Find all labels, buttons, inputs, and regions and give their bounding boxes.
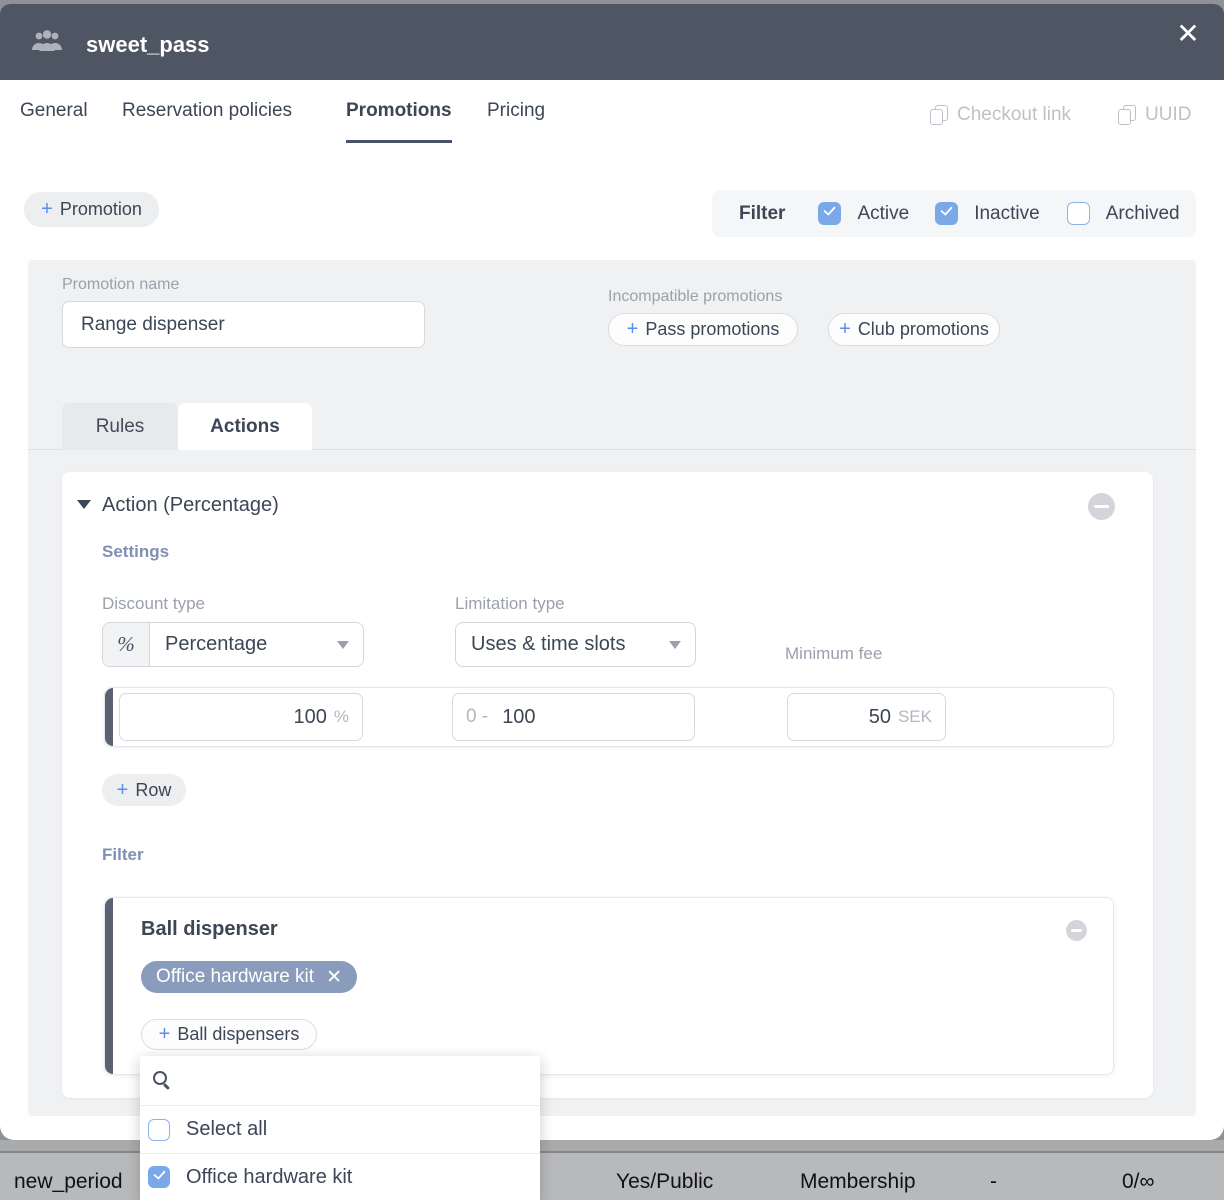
chevron-down-icon	[669, 641, 681, 649]
tab-rules[interactable]: Rules	[62, 403, 178, 450]
dropdown-search-input[interactable]	[186, 1069, 540, 1093]
minimum-fee-label: Minimum fee	[785, 644, 882, 664]
checkbox-office-hardware-kit[interactable]	[148, 1166, 170, 1188]
checkbox-active[interactable]	[818, 202, 841, 225]
dropdown-option-select-all[interactable]: Select all	[140, 1106, 540, 1153]
percent-icon: %	[103, 623, 150, 666]
collapse-caret-icon[interactable]	[77, 500, 91, 509]
add-row-button[interactable]: + Row	[102, 774, 186, 806]
tab-general[interactable]: General	[20, 100, 88, 140]
limitation-type-select[interactable]: Uses & time slots	[455, 622, 696, 667]
remove-filter-icon[interactable]	[1066, 920, 1087, 941]
filter-item-title: Ball dispenser	[141, 918, 278, 941]
background-row-cell-visibility: Yes/Public	[616, 1170, 713, 1194]
filter-option-inactive-label: Inactive	[974, 203, 1039, 225]
tab-promotions[interactable]: Promotions	[346, 100, 452, 143]
filter-bar-title: Filter	[739, 203, 785, 225]
ball-dispensers-dropdown: Select all Office hardware kit	[140, 1056, 540, 1200]
background-row-cell-name: new_period	[14, 1170, 123, 1194]
tab-pricing[interactable]: Pricing	[487, 100, 545, 140]
minimum-fee-value: 50	[869, 706, 891, 729]
filter-option-inactive[interactable]: Inactive	[935, 202, 1039, 225]
discount-type-label: Discount type	[102, 594, 205, 614]
add-row-label: Row	[135, 780, 171, 801]
tab-actions[interactable]: Actions	[178, 403, 312, 450]
tab-reservation-policies[interactable]: Reservation policies	[122, 100, 292, 140]
row-accent-bar	[105, 688, 113, 746]
action-title: Action (Percentage)	[102, 494, 279, 517]
close-icon[interactable]: ✕	[1170, 16, 1206, 52]
plus-icon: +	[839, 318, 851, 341]
selected-item-chip: Office hardware kit ✕	[141, 961, 357, 993]
add-ball-dispensers-button[interactable]: + Ball dispensers	[141, 1019, 317, 1050]
checkbox-archived[interactable]	[1067, 202, 1090, 225]
uuid-button[interactable]: UUID	[1118, 104, 1191, 126]
remove-action-icon[interactable]	[1088, 493, 1115, 520]
discount-unit: %	[334, 707, 349, 727]
action-filter-label: Filter	[102, 845, 144, 865]
plus-icon: +	[41, 198, 53, 221]
limitation-type-value: Uses & time slots	[456, 633, 669, 656]
plus-icon: +	[159, 1023, 171, 1046]
filter-option-active[interactable]: Active	[818, 202, 909, 225]
promotion-name-input[interactable]	[62, 301, 425, 348]
checkout-link-label: Checkout link	[957, 104, 1071, 126]
modal-header: sweet_pass ✕	[0, 4, 1224, 80]
background-row-cell-usage: 0/∞	[1122, 1170, 1154, 1194]
incompatible-promotions-label: Incompatible promotions	[608, 288, 782, 306]
add-club-promotions-label: Club promotions	[858, 319, 989, 340]
discount-type-value: Percentage	[150, 633, 337, 656]
uuid-label: UUID	[1145, 104, 1191, 126]
add-club-promotions-button[interactable]: + Club promotions	[828, 313, 1000, 346]
limitation-type-label: Limitation type	[455, 594, 565, 614]
dropdown-option-select-all-label: Select all	[186, 1118, 267, 1141]
add-promotion-button[interactable]: + Promotion	[24, 192, 159, 227]
pass-modal: sweet_pass ✕ General Reservation policie…	[0, 4, 1224, 1140]
discount-type-select[interactable]: % Percentage	[102, 622, 364, 667]
add-ball-dispensers-label: Ball dispensers	[177, 1024, 299, 1045]
discount-value: 100	[294, 706, 327, 729]
background-row-cell-dash: -	[990, 1170, 997, 1194]
uses-range-input[interactable]: 0 - 100	[452, 693, 695, 741]
chip-label: Office hardware kit	[156, 966, 314, 988]
plus-icon: +	[117, 779, 129, 802]
minimum-fee-input[interactable]: 50 SEK	[787, 693, 946, 741]
action-row: 100 % 0 - 100 50 SEK	[104, 687, 1114, 747]
promotion-form-panel: Promotion name Incompatible promotions +…	[28, 260, 1196, 1116]
add-pass-promotions-label: Pass promotions	[645, 319, 779, 340]
uses-range-prefix: 0 -	[466, 706, 488, 728]
checkout-link-button[interactable]: Checkout link	[930, 104, 1071, 126]
dropdown-option-office-hardware-kit[interactable]: Office hardware kit	[140, 1154, 540, 1200]
filter-option-archived[interactable]: Archived	[1067, 202, 1180, 225]
copy-icon	[1118, 105, 1136, 125]
dropdown-search[interactable]	[140, 1056, 540, 1105]
settings-label: Settings	[102, 542, 169, 562]
checkbox-select-all[interactable]	[148, 1119, 170, 1141]
filter-option-active-label: Active	[857, 203, 909, 225]
promotions-filter-bar: Filter Active Inactive Archived	[712, 190, 1196, 237]
search-icon	[152, 1070, 174, 1092]
chevron-down-icon	[337, 641, 349, 649]
filter-option-archived-label: Archived	[1106, 203, 1180, 225]
modal-title: sweet_pass	[86, 32, 210, 58]
dropdown-option-office-hardware-kit-label: Office hardware kit	[186, 1166, 352, 1189]
filter-item-card: Ball dispenser Office hardware kit ✕ + B…	[104, 897, 1114, 1075]
copy-icon	[930, 105, 948, 125]
action-card: Action (Percentage) Settings Discount ty…	[62, 472, 1153, 1098]
background-row-cell-type: Membership	[800, 1170, 916, 1194]
add-pass-promotions-button[interactable]: + Pass promotions	[608, 313, 798, 346]
discount-value-input[interactable]: 100 %	[119, 693, 363, 741]
group-icon	[30, 28, 64, 56]
promotion-name-label: Promotion name	[62, 276, 179, 294]
checkbox-inactive[interactable]	[935, 202, 958, 225]
card-accent-bar	[105, 898, 113, 1074]
minimum-fee-unit: SEK	[898, 707, 932, 727]
chip-remove-icon[interactable]: ✕	[326, 968, 342, 987]
plus-icon: +	[627, 318, 639, 341]
uses-range-value: 100	[502, 706, 535, 729]
add-promotion-label: Promotion	[60, 199, 142, 220]
